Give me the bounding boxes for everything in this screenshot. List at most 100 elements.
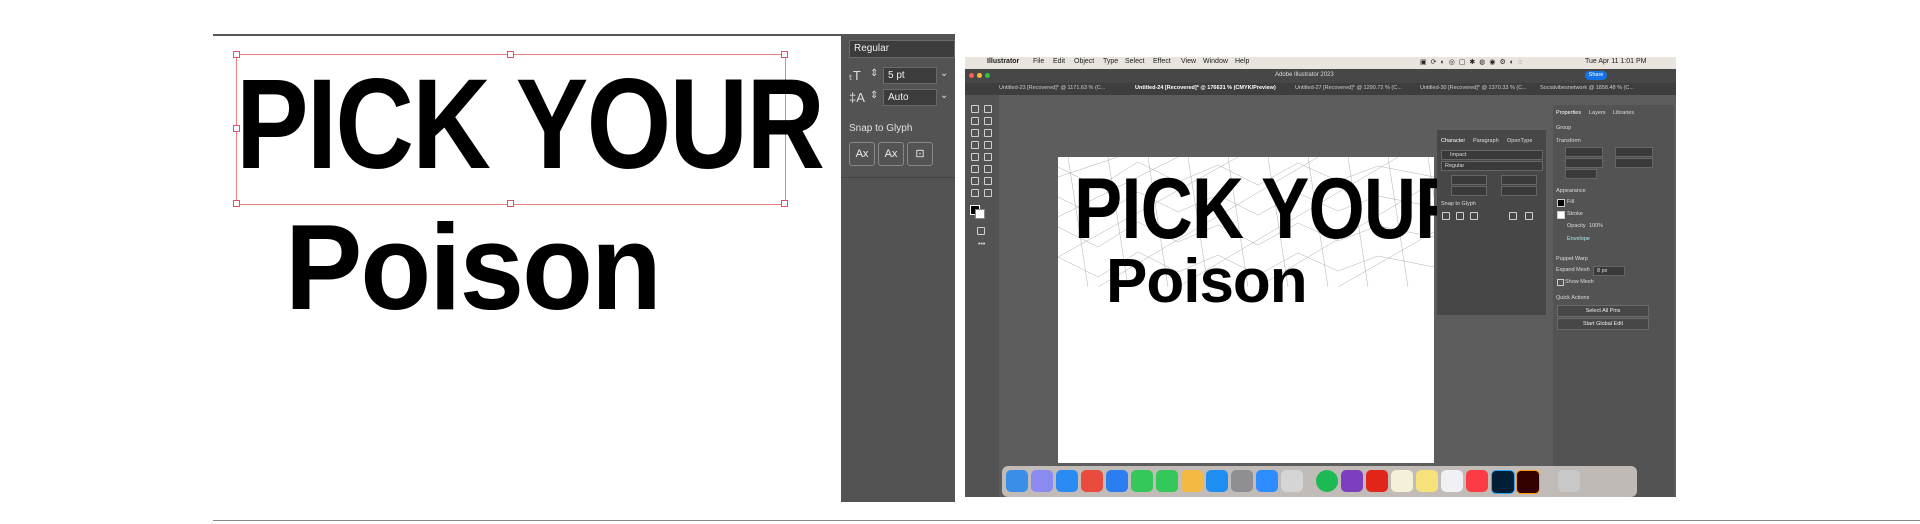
headline-warped-text[interactable]: PICK YOUR [236,50,825,200]
snap-bounds-icon[interactable] [1470,212,1478,220]
illustrator-icon[interactable] [1516,470,1540,494]
fill-swatch[interactable] [1557,199,1565,207]
opacity-value[interactable]: 100% [1589,223,1603,229]
menu-window[interactable]: Window [1203,58,1228,65]
facetime-icon[interactable] [1131,470,1153,492]
maximize-window-icon[interactable] [985,73,990,78]
chevron-down-icon[interactable]: ⌄ [940,68,948,79]
rotate-field[interactable] [1565,169,1597,179]
kerning-field[interactable] [1451,186,1487,196]
show-mesh-checkbox[interactable] [1557,279,1564,286]
warp-tool-icon[interactable] [984,165,992,173]
eraser-tool-icon[interactable] [971,153,979,161]
share-button[interactable]: Share [1585,71,1607,80]
char-tab-paragraph[interactable]: Paragraph [1473,138,1499,144]
zoom-tool-icon[interactable] [984,189,992,197]
envelope-link[interactable]: Envelope [1567,236,1590,242]
tab-properties[interactable]: Properties [1556,110,1581,116]
mail-icon[interactable] [1106,470,1128,492]
draw-mode-icon[interactable] [977,227,985,235]
artboard-canvas[interactable]: PICK YOUR Poison [1058,157,1467,463]
brush-tool-icon[interactable] [984,129,992,137]
stroke-swatch[interactable] [1557,211,1565,219]
app-store-icon[interactable] [1206,470,1228,492]
font-style-field[interactable]: Regular [1441,161,1543,171]
font-size-field[interactable] [1451,175,1487,185]
snap-angular-icon[interactable] [1525,212,1533,220]
menu-select[interactable]: Select [1125,58,1144,65]
tracking-field[interactable] [1501,186,1537,196]
doc-tab-active[interactable]: Untitled-24 [Recovered]* @ 176631 % (CMY… [1135,85,1276,91]
preview-icon[interactable] [1281,470,1303,492]
trash-icon[interactable] [1558,470,1580,492]
selection-tool-icon[interactable] [971,105,979,113]
menu-type[interactable]: Type [1103,58,1118,65]
height-field[interactable] [1615,158,1653,168]
tab-layers[interactable]: Layers [1589,110,1606,116]
freeform-icon[interactable] [1441,470,1463,492]
menu-edit[interactable]: Edit [1053,58,1065,65]
menu-illustrator[interactable]: Illustrator [987,58,1019,65]
rotate-tool-icon[interactable] [984,153,992,161]
direct-selection-tool-icon[interactable] [984,105,992,113]
type-tool-icon[interactable] [971,141,979,149]
canvas-headline-text[interactable]: PICK YOUR [1074,159,1467,259]
snap-baseline-icon[interactable] [1442,212,1450,220]
chrome-icon[interactable] [1081,470,1103,492]
doc-tab[interactable]: Untitled-23 [Recovered]* @ 1171.63 % (C.… [999,85,1105,91]
safari-icon[interactable] [1056,470,1078,492]
menu-view[interactable]: View [1181,58,1196,65]
rectangle-tool-icon[interactable] [971,129,979,137]
width-field[interactable] [1565,158,1603,168]
messages-icon[interactable] [1156,470,1178,492]
selection-handle[interactable] [781,200,788,207]
curvature-tool-icon[interactable] [984,117,992,125]
tab-libraries[interactable]: Libraries [1613,110,1634,116]
snap-proximity-icon[interactable] [1509,212,1517,220]
font-style-field[interactable]: Regular [849,40,955,58]
photos-icon[interactable] [1181,470,1203,492]
system-settings-icon[interactable] [1231,470,1253,492]
finder-icon[interactable] [1006,470,1028,492]
stepper-icon[interactable]: ⇕ [870,68,878,79]
char-tab-character[interactable]: Character [1441,138,1465,144]
stepper-icon[interactable]: ⇕ [870,90,878,101]
eyedropper-tool-icon[interactable] [984,177,992,185]
pen-tool-icon[interactable] [971,117,979,125]
launchpad-icon[interactable] [1031,470,1053,492]
leading-field[interactable]: Auto [883,89,937,106]
snap-glyph-bounds-icon[interactable]: ⊡ [907,142,933,166]
spotify-icon[interactable] [1316,470,1338,492]
canvas-subline-text[interactable]: Poison [1106,249,1308,315]
select-all-pins-button[interactable]: Select All Pins [1557,305,1649,317]
subline-text[interactable]: Poison [285,205,662,329]
selection-handle[interactable] [233,200,240,207]
chevron-down-icon[interactable]: ⌄ [940,90,948,101]
scale-tool-icon[interactable] [971,165,979,173]
menu-effect[interactable]: Effect [1153,58,1171,65]
menu-file[interactable]: File [1033,58,1044,65]
menu-object[interactable]: Object [1074,58,1094,65]
onenote-icon[interactable] [1341,470,1363,492]
shape-builder-tool-icon[interactable] [971,177,979,185]
music-icon[interactable] [1466,470,1488,492]
x-field[interactable] [1565,147,1603,157]
doc-tab[interactable]: Socialvibesnetwork @ 1858.48 % (C... [1540,85,1634,91]
doc-tab[interactable]: Untitled-30 [Recovered]* @ 1370.33 % (C.… [1420,85,1527,91]
doc-tab[interactable]: Untitled-27 [Recovered]* @ 1290.72 % (C.… [1295,85,1402,91]
zoom-icon[interactable] [1256,470,1278,492]
y-field[interactable] [1615,147,1653,157]
snap-xheight-icon[interactable]: Ax [878,142,904,166]
more-tools-icon[interactable]: ••• [978,241,985,248]
close-window-icon[interactable] [969,73,974,78]
pdf-icon[interactable] [1366,470,1388,492]
expand-mesh-field[interactable]: 8 px [1593,266,1625,276]
char-tab-opentype[interactable]: OpenType [1507,138,1532,144]
stroke-color-swatch[interactable] [975,209,985,219]
snap-baseline-icon[interactable]: Ax [849,142,875,166]
leading-field[interactable] [1501,175,1537,185]
line-tool-icon[interactable] [984,141,992,149]
minimize-window-icon[interactable] [977,73,982,78]
stickies-icon[interactable] [1416,470,1438,492]
hand-tool-icon[interactable] [971,189,979,197]
